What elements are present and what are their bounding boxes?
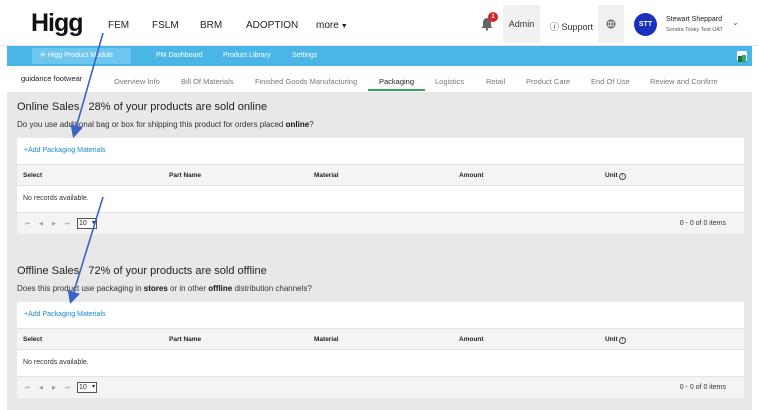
last-page-icon[interactable]: ⏭ bbox=[65, 221, 70, 227]
support-label: Support bbox=[561, 22, 594, 32]
online-question-bold: online bbox=[285, 120, 310, 129]
nav-brm[interactable]: BRM bbox=[200, 20, 222, 31]
online-sales-title: Online Sales 28% of your products are so… bbox=[17, 101, 267, 113]
offline-pager-info: 0 - 0 of 0 items bbox=[679, 384, 726, 391]
online-page-size-value: 10 bbox=[79, 220, 87, 227]
module-bar: ⁜ Higg Product Module PM Dashboard Produ… bbox=[7, 46, 752, 66]
module-label: Higg Product Module bbox=[47, 52, 114, 59]
nav-more-label: more bbox=[316, 20, 339, 31]
col-unit[interactable]: Unit i bbox=[605, 336, 626, 344]
offline-empty-message: No records available. bbox=[23, 359, 89, 366]
caret-down-icon: ▼ bbox=[340, 23, 348, 30]
question-circle-icon: ⓘ bbox=[550, 22, 560, 32]
prev-page-icon[interactable]: ◀ bbox=[39, 385, 43, 391]
offline-add-packaging-link[interactable]: +Add Packaging Materials bbox=[24, 311, 106, 318]
online-pager: ⏮ ◀ ▶ ⏭ 10 ▾ 0 - 0 of 0 items bbox=[17, 212, 744, 234]
offline-sales-title: Offline Sales 72% of your products are s… bbox=[17, 265, 267, 277]
offline-question-end: distribution channels? bbox=[232, 284, 312, 293]
col-unit-label: Unit bbox=[605, 336, 618, 343]
avatar[interactable]: STT bbox=[634, 13, 657, 36]
admin-button[interactable]: Admin bbox=[503, 5, 540, 43]
prev-page-icon[interactable]: ◀ bbox=[39, 221, 43, 227]
product-library-link[interactable]: Product Library bbox=[223, 52, 270, 59]
top-navigation-bar: Higg FEM FSLM BRM ADOPTION more ▼ 1 Admin… bbox=[0, 0, 759, 46]
online-empty-message: No records available. bbox=[23, 195, 89, 202]
tab-logistics[interactable]: Logistics bbox=[435, 77, 464, 86]
tab-bill-of-materials[interactable]: Bill Of Materials bbox=[181, 77, 234, 86]
online-packaging-grid: +Add Packaging Materials Select Part Nam… bbox=[17, 138, 744, 234]
offline-question-mid: or in other bbox=[167, 284, 209, 293]
tab-finished-goods-manufacturing[interactable]: Finished Goods Manufacturing bbox=[255, 77, 357, 86]
product-name: guidance footwear bbox=[21, 74, 83, 83]
notification-badge: 1 bbox=[488, 12, 498, 22]
caret-down-icon: ▾ bbox=[91, 384, 95, 390]
offline-question-text: Does this product use packaging in bbox=[17, 284, 144, 293]
next-page-icon[interactable]: ▶ bbox=[52, 221, 56, 227]
offline-pager: ⏮ ◀ ▶ ⏭ 10 ▾ 0 - 0 of 0 items bbox=[17, 376, 744, 398]
first-page-icon[interactable]: ⏮ bbox=[25, 385, 30, 391]
tab-product-care[interactable]: Product Care bbox=[526, 77, 570, 86]
offline-page-size-value: 10 bbox=[79, 384, 87, 391]
info-icon[interactable]: i bbox=[618, 173, 626, 180]
caret-down-icon: ▾ bbox=[91, 220, 95, 226]
online-add-packaging-link[interactable]: +Add Packaging Materials bbox=[24, 147, 106, 154]
col-unit-label: Unit bbox=[605, 172, 618, 179]
info-icon[interactable]: i bbox=[618, 337, 626, 344]
online-pager-info: 0 - 0 of 0 items bbox=[679, 220, 726, 227]
nav-adoption[interactable]: ADOPTION bbox=[246, 20, 298, 31]
col-material[interactable]: Material bbox=[314, 336, 339, 343]
offline-packaging-grid: +Add Packaging Materials Select Part Nam… bbox=[17, 302, 744, 398]
nav-fslm[interactable]: FSLM bbox=[152, 20, 179, 31]
packaging-content: Online Sales 28% of your products are so… bbox=[7, 92, 752, 410]
offline-sales-percent: 72% of your products are sold offline bbox=[88, 265, 267, 277]
offline-table-header: Select Part Name Material Amount Unit i bbox=[17, 328, 744, 350]
col-amount[interactable]: Amount bbox=[459, 336, 484, 343]
col-unit[interactable]: Unit i bbox=[605, 172, 626, 180]
active-tab-indicator bbox=[368, 89, 425, 91]
grid-icon: ⁜ bbox=[40, 52, 46, 59]
user-org: Sondra Tosky Test UAT bbox=[666, 27, 723, 33]
offline-question-bold-stores: stores bbox=[143, 284, 168, 293]
chevron-down-icon[interactable]: ⌄ bbox=[732, 18, 739, 27]
offline-sales-question: Does this product use packaging in store… bbox=[17, 284, 312, 293]
online-question-text: Do you use additional bag or box for shi… bbox=[17, 120, 286, 129]
col-material[interactable]: Material bbox=[314, 172, 339, 179]
tab-end-of-use[interactable]: End Of Use bbox=[591, 77, 630, 86]
user-name[interactable]: Stewart Sheppard bbox=[666, 16, 722, 23]
online-question-end: ? bbox=[309, 120, 314, 129]
col-amount[interactable]: Amount bbox=[459, 172, 484, 179]
online-sales-label: Online Sales bbox=[17, 101, 80, 113]
nav-fem[interactable]: FEM bbox=[108, 20, 129, 31]
online-page-size-select[interactable]: 10 ▾ bbox=[77, 218, 97, 229]
globe-icon bbox=[606, 19, 616, 29]
col-select[interactable]: Select bbox=[23, 172, 42, 179]
settings-link[interactable]: Settings bbox=[292, 52, 317, 59]
tab-review-and-confirm[interactable]: Review and Confirm bbox=[650, 77, 718, 86]
support-link[interactable]: ⓘ Support bbox=[550, 20, 593, 33]
col-part-name[interactable]: Part Name bbox=[169, 336, 201, 343]
nav-more[interactable]: more ▼ bbox=[316, 20, 348, 31]
first-page-icon[interactable]: ⏮ bbox=[25, 221, 30, 227]
online-sales-question: Do you use additional bag or box for shi… bbox=[17, 120, 314, 129]
tab-overview-info[interactable]: Overview Info bbox=[114, 77, 160, 86]
language-button[interactable] bbox=[598, 5, 624, 43]
next-page-icon[interactable]: ▶ bbox=[52, 385, 56, 391]
offline-question-bold-offline: offline bbox=[208, 284, 233, 293]
offline-page-size-select[interactable]: 10 ▾ bbox=[77, 382, 97, 393]
tab-retail[interactable]: Retail bbox=[486, 77, 505, 86]
online-table-header: Select Part Name Material Amount Unit i bbox=[17, 164, 744, 186]
module-switcher[interactable]: ⁜ Higg Product Module bbox=[32, 48, 131, 64]
online-sales-percent: 28% of your products are sold online bbox=[88, 101, 268, 113]
last-page-icon[interactable]: ⏭ bbox=[65, 385, 70, 391]
col-select[interactable]: Select bbox=[23, 336, 42, 343]
higg-logo[interactable]: Higg bbox=[31, 9, 84, 38]
excel-icon[interactable] bbox=[737, 51, 747, 63]
tab-packaging[interactable]: Packaging bbox=[379, 77, 414, 86]
pm-dashboard-link[interactable]: PM Dashboard bbox=[156, 52, 203, 59]
product-tabs: guidance footwear Overview Info Bill Of … bbox=[7, 66, 752, 92]
offline-sales-label: Offline Sales bbox=[17, 265, 80, 277]
col-part-name[interactable]: Part Name bbox=[169, 172, 201, 179]
